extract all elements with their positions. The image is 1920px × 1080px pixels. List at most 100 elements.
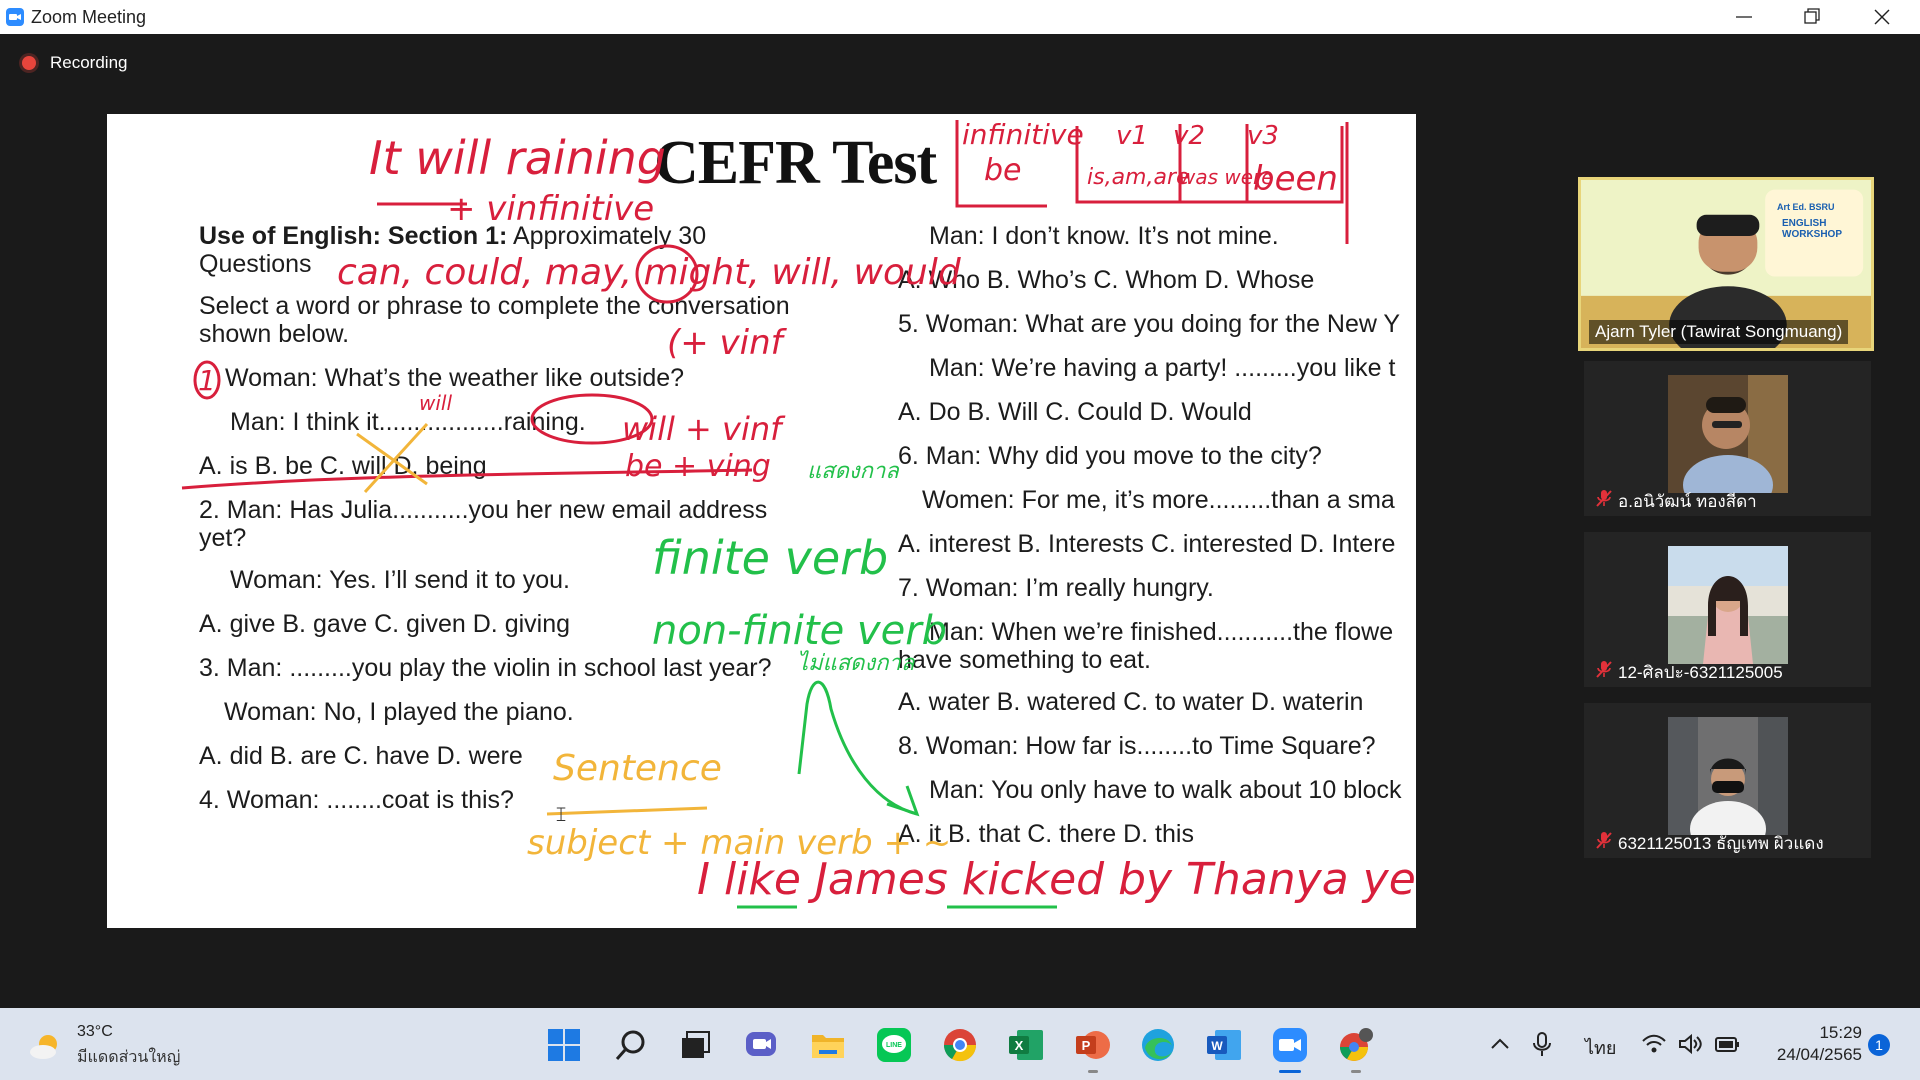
participant-name: 12-ศิลปะ-6321125005: [1618, 663, 1783, 682]
participant-name: อ.อนิวัฒน์ ทองสีดา: [1618, 492, 1757, 511]
question-line: Man: When we’re finished...........the f…: [929, 618, 1394, 646]
edge-icon[interactable]: [1139, 1026, 1177, 1064]
notification-badge[interactable]: 1: [1868, 1034, 1890, 1056]
annotation-text: แสดงกาล: [807, 459, 900, 484]
search-icon[interactable]: [612, 1026, 650, 1064]
annotation-text: be: [984, 153, 1022, 188]
weather-sun-icon[interactable]: [28, 1028, 64, 1064]
question-line: 6. Man: Why did you move to the city?: [898, 442, 1322, 470]
clock-date: 24/04/2565: [1776, 1045, 1862, 1064]
recording-label: Recording: [50, 53, 128, 72]
annotation-text: 1: [198, 364, 216, 397]
open-app-indicator: [1088, 1070, 1098, 1073]
teams-chat-icon[interactable]: [742, 1026, 780, 1064]
annotation-text: v2: [1173, 121, 1205, 151]
chrome-icon[interactable]: [941, 1026, 979, 1064]
annotation-text: been: [1253, 159, 1338, 199]
close-button[interactable]: [1848, 0, 1916, 34]
taskbar: 33°C มีแดดส่วนใหญ่ LINE X P W ไทย 15:29 …: [0, 1008, 1920, 1080]
mic-muted-icon: [1596, 661, 1612, 678]
excel-icon[interactable]: X: [1007, 1026, 1045, 1064]
question-line: Woman: No, I played the piano.: [224, 698, 574, 726]
annotation-text: (+ vinf: [667, 323, 788, 363]
annotation-text: finite verb: [652, 531, 888, 585]
word-icon[interactable]: W: [1205, 1026, 1243, 1064]
participant-tile[interactable]: 12-ศิลปะ-6321125005: [1584, 532, 1871, 687]
microphone-icon[interactable]: [1528, 1030, 1556, 1058]
question-line: A. water B. watered C. to water D. water…: [898, 688, 1364, 716]
annotation-text: v3: [1247, 121, 1279, 151]
annotation-text: can, could, may, might, will, would: [337, 252, 962, 293]
weather-desc[interactable]: มีแดดส่วนใหญ่: [77, 1045, 180, 1070]
question-line: yet?: [199, 524, 247, 552]
volume-icon[interactable]: [1676, 1030, 1704, 1058]
question-line: Woman: What’s the weather like outside?: [225, 364, 685, 392]
minimize-icon: [1736, 16, 1752, 18]
task-view-icon[interactable]: [676, 1026, 714, 1064]
bracket-mark: [1075, 126, 1344, 204]
file-explorer-icon[interactable]: [809, 1026, 847, 1064]
circle-mark: [193, 360, 221, 400]
chevron-up-icon[interactable]: [1486, 1030, 1514, 1058]
question-line: 5. Woman: What are you doing for the New…: [898, 310, 1401, 338]
question-line: 2. Man: Has Julia...........you her new …: [199, 496, 768, 524]
clock-time: 15:29: [1819, 1023, 1862, 1042]
banner-subtitle: Art Ed. BSRU: [1777, 202, 1835, 212]
participant-tile[interactable]: อ.อนิวัฒน์ ทองสีดา: [1584, 361, 1871, 516]
recording-dot-icon: [22, 56, 36, 70]
close-icon: [1874, 9, 1890, 25]
question-line: shown below.: [199, 320, 350, 348]
zoom-icon[interactable]: [1271, 1026, 1309, 1064]
start-icon[interactable]: [545, 1026, 583, 1064]
weather-temp[interactable]: 33°C: [77, 1023, 113, 1041]
chrome-profile-icon[interactable]: [1337, 1026, 1375, 1064]
svg-text:W: W: [1211, 1039, 1223, 1053]
language-indicator[interactable]: ไทย: [1585, 1033, 1625, 1061]
question-line: 7. Woman: I’m really hungry.: [898, 574, 1214, 602]
question-line: A. give B. gave C. given D. giving: [199, 610, 571, 638]
question-line: Man: I think it..................raining…: [230, 408, 586, 436]
wifi-icon[interactable]: [1640, 1030, 1668, 1058]
participant-name: 6321125013 ธัญเทพ ผิวแดง: [1618, 834, 1824, 853]
restore-button[interactable]: [1778, 0, 1846, 34]
participant-name: Ajarn Tyler (Tawirat Songmuang): [1589, 320, 1849, 344]
clock[interactable]: 15:29 24/04/2565: [1740, 1022, 1862, 1066]
question-line: A. it B. that C. there D. this: [898, 820, 1194, 848]
restore-icon: [1804, 8, 1820, 24]
annotation-text: I like James kicked by Thanya yesterday: [697, 854, 1416, 905]
annotation-text: Sentence: [553, 748, 722, 789]
battery-icon[interactable]: [1713, 1030, 1741, 1058]
question-line: Select a word or phrase to complete the …: [199, 292, 790, 320]
question-line: 3. Man: .........you play the violin in …: [199, 654, 772, 682]
powerpoint-icon[interactable]: P: [1074, 1026, 1112, 1064]
svg-text:X: X: [1015, 1038, 1024, 1053]
zoom-app-icon: [6, 8, 24, 26]
question-line: A. is B. be C. will D. being: [199, 452, 487, 480]
question-line: Man: We’re having a party! .........you …: [929, 354, 1396, 382]
section-heading-bold: Use of English: Section 1:: [199, 222, 508, 250]
svg-text:LINE: LINE: [886, 1042, 902, 1049]
participant-tile[interactable]: 6321125013 ธัญเทพ ผิวแดง: [1584, 703, 1871, 858]
shared-screen: CEFR Test Use of English: Section 1: App…: [107, 114, 1416, 928]
slide-title: CEFR Test: [654, 129, 937, 197]
line-icon[interactable]: LINE: [875, 1026, 913, 1064]
question-line: Women: For me, it’s more.........than a …: [922, 486, 1395, 514]
annotation-text: is,am,are: [1087, 165, 1190, 190]
question-line: Woman: Yes. I’ll send it to you.: [230, 566, 571, 594]
annotation-text: It will raining: [369, 131, 666, 185]
bracket-mark: [955, 120, 1047, 208]
question-line: Man: I don’t know. It’s not mine.: [929, 222, 1279, 250]
annotation-text: subject + main verb + ~: [527, 823, 951, 863]
annotation-text: be + ving: [625, 449, 771, 484]
minimize-button[interactable]: [1710, 0, 1778, 34]
underline-mark: [546, 806, 708, 816]
question-line: Man: You only have to walk about 10 bloc…: [929, 776, 1402, 804]
question-line: A. Do B. Will C. Could D. Would: [898, 398, 1252, 426]
question-line: A. did B. are C. have D. were: [199, 742, 523, 770]
participant-tile-active[interactable]: Art Ed. BSRU ENGLISH WORKSHOP Ajarn Tyle…: [1578, 177, 1874, 351]
question-line: have something to eat.: [898, 646, 1151, 674]
annotation-text: will + vinf: [622, 410, 786, 448]
annotation-text: v1: [1116, 121, 1148, 151]
question-line: A. interest B. Interests C. interested D…: [898, 530, 1396, 558]
mic-muted-icon: [1596, 832, 1612, 849]
